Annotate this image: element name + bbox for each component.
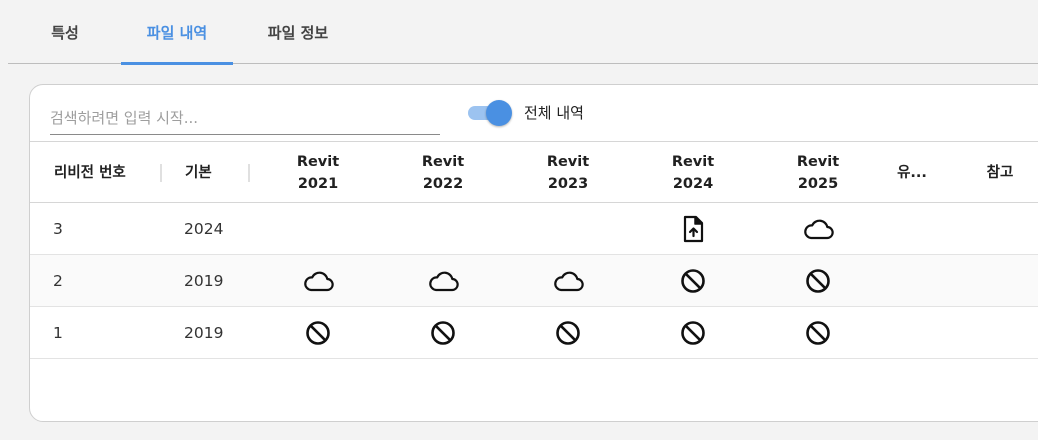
header-line: Revit bbox=[546, 154, 590, 170]
cloud-icon[interactable] bbox=[538, 255, 598, 307]
table-row[interactable]: 1 2019 bbox=[30, 307, 1038, 359]
col-header-type[interactable]: 유... bbox=[882, 142, 942, 204]
base-version: 2019 bbox=[184, 324, 224, 342]
header-line: Revit bbox=[796, 154, 840, 170]
file-upload-icon[interactable] bbox=[663, 203, 723, 255]
table-header[interactable]: 리비전 번호 기본 Revit 2021 Revit 2022 Revit 2023 … bbox=[30, 141, 1038, 203]
header-line: 2025 bbox=[797, 176, 839, 192]
revision-number: 1 bbox=[53, 324, 63, 342]
table-row[interactable]: 3 2024 bbox=[30, 203, 1038, 255]
col-header-revit-2024[interactable]: Revit 2024 bbox=[643, 142, 743, 204]
header-line: 2021 bbox=[297, 176, 339, 192]
header-line: 2022 bbox=[422, 176, 464, 192]
blocked-icon bbox=[288, 307, 348, 359]
col-header-revit-2025[interactable]: Revit 2025 bbox=[768, 142, 868, 204]
col-header-note[interactable]: 참고 bbox=[968, 142, 1032, 204]
column-separator[interactable] bbox=[248, 164, 250, 182]
col-header-revit-2021[interactable]: Revit 2021 bbox=[268, 142, 368, 204]
search-input[interactable] bbox=[50, 97, 440, 134]
tab-file-info[interactable]: 파일 정보 bbox=[241, 0, 355, 64]
toggle-label: 전체 내역 bbox=[524, 104, 584, 122]
tab-bar: 특성 파일 내역 파일 정보 bbox=[8, 0, 1038, 65]
full-history-toggle[interactable] bbox=[466, 99, 514, 127]
search-field bbox=[50, 97, 440, 135]
revision-number: 2 bbox=[53, 272, 63, 290]
revision-table: 리비전 번호 기본 Revit 2021 Revit 2022 Revit 2023 … bbox=[30, 141, 1038, 359]
header-line: Revit bbox=[296, 154, 340, 170]
header-line: 2024 bbox=[672, 176, 714, 192]
header-line: Revit bbox=[421, 154, 465, 170]
table-body: 3 2024 2 2019 1 2019 bbox=[30, 203, 1038, 359]
toggle-knob bbox=[486, 100, 512, 126]
col-header-revit-2023[interactable]: Revit 2023 bbox=[518, 142, 618, 204]
blocked-icon bbox=[788, 307, 848, 359]
base-version: 2019 bbox=[184, 272, 224, 290]
col-header-base[interactable]: 기본 bbox=[185, 142, 245, 204]
base-version: 2024 bbox=[184, 220, 224, 238]
cloud-icon[interactable] bbox=[413, 255, 473, 307]
header-line: 2023 bbox=[547, 176, 589, 192]
blocked-icon bbox=[663, 255, 723, 307]
tab-properties[interactable]: 특성 bbox=[25, 0, 105, 64]
history-panel: 전체 내역 리비전 번호 기본 Revit 2021 Revit 2022 Revi… bbox=[29, 84, 1038, 422]
blocked-icon bbox=[538, 307, 598, 359]
tab-file-history[interactable]: 파일 내역 bbox=[121, 0, 233, 65]
cloud-icon[interactable] bbox=[288, 255, 348, 307]
cloud-icon[interactable] bbox=[788, 203, 848, 255]
revision-number: 3 bbox=[53, 220, 63, 238]
header-line: Revit bbox=[671, 154, 715, 170]
blocked-icon bbox=[413, 307, 473, 359]
blocked-icon bbox=[788, 255, 848, 307]
table-row[interactable]: 2 2019 bbox=[30, 255, 1038, 307]
col-header-revision[interactable]: 리비전 번호 bbox=[54, 142, 164, 204]
blocked-icon bbox=[663, 307, 723, 359]
column-separator[interactable] bbox=[160, 164, 162, 182]
col-header-revit-2022[interactable]: Revit 2022 bbox=[393, 142, 493, 204]
